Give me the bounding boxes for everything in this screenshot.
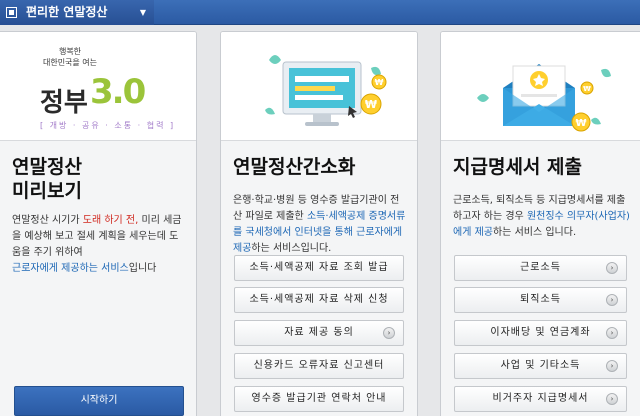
svg-text:₩: ₩ [575, 118, 586, 129]
menu-button-business-income[interactable]: 사업 및 기타소득 › [454, 353, 627, 379]
arrow-right-icon: › [383, 327, 395, 339]
gov30-logo: 행복한 대한민국을 여는 정부 3.0 [ 개방 · 공유 · 소통 · 협력 … [0, 32, 196, 140]
button-label: 이자배당 및 연금계좌 [490, 327, 591, 338]
svg-text:₩: ₩ [583, 85, 591, 93]
panel-simplified: ₩ ₩ 연말정산간소화 은행·학교·병원 등 영수증 발급기관이 전산 파일로 … [220, 31, 418, 416]
monitor-icon: ₩ ₩ [265, 55, 387, 126]
desc-highlight-red: 도래 하기 전, [82, 215, 139, 226]
monitor-illustration: ₩ ₩ [221, 32, 417, 140]
menu-button-deduction-delete[interactable]: 소득·세액공제 자료 삭제 신청 [234, 287, 404, 313]
svg-text:₩: ₩ [365, 98, 377, 111]
chevron-down-icon: ▼ [139, 8, 146, 17]
start-button[interactable]: 시작하기 [14, 386, 184, 416]
logo-tagline: [ 개방 · 공유 · 소통 · 협력 ] [40, 121, 176, 130]
menu-title: 편리한 연말정산 [26, 5, 108, 19]
desc-text: 하는 서비스 입니다. [492, 227, 577, 238]
top-bar: 편리한 연말정산 ▼ [0, 0, 640, 25]
arrow-right-icon: › [606, 327, 618, 339]
button-label: 사업 및 기타소득 [500, 360, 581, 371]
menu-button-card-error-report[interactable]: 신용카드 오류자료 신고센터 [234, 353, 404, 379]
logo-word: 정부 [40, 88, 88, 118]
panel-description: 근로소득, 퇴직소득 등 지급명세서를 제출하고자 하는 경우 원천징수 의무자… [453, 193, 630, 241]
desc-highlight-blue: 근로자에게 제공하는 서비스 [12, 263, 129, 274]
menu-button-data-consent[interactable]: 자료 제공 동의 › [234, 320, 404, 346]
arrow-right-icon: › [606, 262, 618, 274]
button-label: 영수증 발급기관 연락처 안내 [251, 393, 387, 404]
panel-preview: 행복한 대한민국을 여는 정부 3.0 [ 개방 · 공유 · 소통 · 협력 … [0, 31, 197, 416]
panel-title-line2: 미리보기 [12, 180, 82, 202]
menu-dropdown[interactable]: 편리한 연말정산 ▼ [0, 0, 154, 25]
button-label: 신용카드 오류자료 신고센터 [253, 360, 385, 371]
svg-text:₩: ₩ [375, 78, 384, 87]
menu-button-deduction-lookup[interactable]: 소득·세액공제 자료 조회 발급 [234, 255, 404, 281]
desc-text: 하는 서비스입니다. [251, 243, 332, 254]
envelope-icon: ₩ ₩ [477, 64, 611, 132]
desc-text: 입니다 [128, 263, 157, 274]
menu-button-earned-income[interactable]: 근로소득 › [454, 255, 627, 281]
menu-button-issuer-contacts[interactable]: 영수증 발급기관 연락처 안내 [234, 386, 404, 412]
button-label: 자료 제공 동의 [284, 327, 354, 338]
button-label: 비거주자 지급명세서 [492, 393, 589, 404]
panel-description: 은행·학교·병원 등 영수증 발급기관이 전산 파일로 제출한 소득·세액공제 … [233, 193, 407, 257]
menu-button-nonresident[interactable]: 비거주자 지급명세서 › [454, 386, 627, 412]
logo-line1: 행복한 [58, 47, 82, 56]
arrow-right-icon: › [606, 294, 618, 306]
home-icon [6, 7, 17, 18]
desc-text: 연말정산 시기가 [12, 215, 83, 226]
button-label: 퇴직소득 [520, 294, 561, 305]
panel-title: 지급명세서 제출 [453, 156, 582, 178]
panel-title: 연말정산간소화 [233, 156, 356, 178]
arrow-right-icon: › [606, 360, 618, 372]
menu-button-interest-pension[interactable]: 이자배당 및 연금계좌 › [454, 320, 627, 346]
button-label: 소득·세액공제 자료 조회 발급 [249, 262, 389, 273]
logo-line2: 대한민국을 여는 [42, 58, 98, 67]
button-label: 근로소득 [520, 262, 561, 273]
menu-button-retirement-income[interactable]: 퇴직소득 › [454, 287, 627, 313]
panel-title-line1: 연말정산 [12, 156, 82, 178]
envelope-illustration: ₩ ₩ [441, 32, 640, 140]
button-label: 소득·세액공제 자료 삭제 신청 [249, 294, 389, 305]
arrow-right-icon: › [606, 393, 618, 405]
panel-statement-submit: ₩ ₩ 지급명세서 제출 근로소득, 퇴직소득 등 지급명세서를 제출하고자 하… [440, 31, 640, 416]
panel-description: 연말정산 시기가 도래 하기 전, 미리 세금을 예상해 보고 절세 계획을 세… [12, 213, 186, 277]
logo-version: 3.0 [90, 72, 146, 112]
